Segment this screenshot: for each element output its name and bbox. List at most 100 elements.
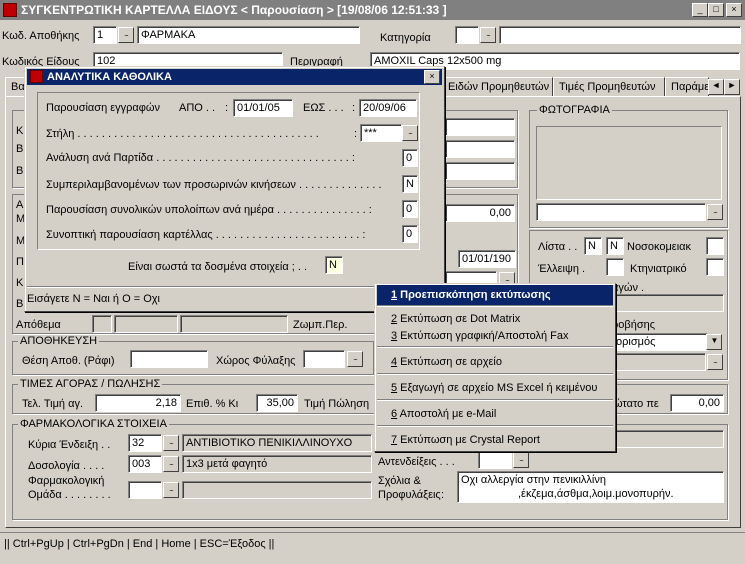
zomp-label: Ζωμπ.Περ.: [293, 319, 348, 331]
menu-item-email[interactable]: 6 Αποστολή με e-Mail: [377, 404, 613, 424]
dialog-title: ΑΝΑΛΥΤΙΚΑ ΚΑΘΟΛΙΚΑ: [47, 71, 172, 83]
photo-path-field[interactable]: [536, 203, 706, 221]
space-field[interactable]: [303, 350, 345, 368]
tab-scroll-left-icon[interactable]: ◄: [708, 79, 724, 95]
maximize-button[interactable]: □: [708, 3, 724, 17]
photo-frame: [536, 126, 722, 200]
buy-price-field[interactable]: 2,18: [95, 394, 181, 412]
batch-input[interactable]: 0: [402, 149, 418, 167]
contra-lookup-button[interactable]: ...: [513, 452, 529, 468]
dosage-code-field[interactable]: 003: [128, 455, 162, 473]
supplier-field: [612, 294, 724, 312]
contra-code-field[interactable]: [478, 451, 512, 469]
value-field[interactable]: 0,00: [445, 204, 515, 222]
warehouse-lookup-button[interactable]: ...: [118, 27, 134, 43]
bg-label-4: Α: [16, 199, 24, 211]
tab-scroll-right-icon[interactable]: ►: [724, 79, 740, 95]
category-lookup-button[interactable]: ...: [480, 27, 496, 43]
category-name-field[interactable]: [499, 26, 741, 44]
bg-field-3[interactable]: [445, 162, 515, 180]
contra-name-field: [612, 430, 724, 448]
markup-field[interactable]: 35,00: [256, 394, 298, 412]
menu-item-crystal[interactable]: 7 Εκτύπωση με Crystal Report: [377, 430, 613, 450]
temp-moves-input[interactable]: N: [402, 175, 418, 193]
group-label-1: Φαρμακολογική: [28, 475, 105, 487]
veterinary-label: Κτηνιατρικό: [630, 263, 687, 275]
menu-item-4-label: Εκτύπωση σε αρχείο: [397, 356, 502, 368]
to-date-input[interactable]: 20/09/06: [359, 99, 417, 117]
group-code-field[interactable]: [128, 481, 162, 499]
notes-label-1: Σχόλια &: [378, 475, 421, 487]
chevron-down-icon[interactable]: ▼: [706, 334, 722, 350]
summary-input[interactable]: 0: [402, 225, 418, 243]
notes-field[interactable]: Οχι αλλεργία στην πενικιλλίνη ,έκζεμα,άσ…: [457, 471, 724, 503]
list-field-2[interactable]: N: [606, 237, 624, 255]
notes-label-2: Προφυλάξεις: [378, 489, 441, 501]
space-label: Χώρος Φύλαξης: [216, 355, 296, 367]
max-price-label: ώτατο πε: [614, 398, 659, 410]
tab-parameters[interactable]: Παράμε: [665, 77, 709, 97]
bg-field-2[interactable]: [445, 140, 515, 158]
space-lookup-button[interactable]: ...: [347, 351, 363, 367]
hospital-field[interactable]: [706, 237, 724, 255]
indication-name-field: ΑΝΤΙΒΙΟΤΙΚΟ ΠΕΝΙΚΙΛΛΙΝΟΥΧΟ: [182, 434, 372, 452]
photo-browse-button[interactable]: ...: [707, 204, 723, 220]
buy-price-label: Τελ. Τιμή αγ.: [22, 398, 84, 410]
menu-item-graphic-fax[interactable]: 3 Εκτύπωση γραφική/Αποστολή Fax: [377, 326, 613, 346]
warehouse-name-field[interactable]: ΦΑΡΜΑΚΑ: [137, 26, 360, 44]
dosage-lookup-button[interactable]: ...: [163, 456, 179, 472]
category-code-input[interactable]: [455, 26, 479, 44]
menu-separator-4: [377, 399, 613, 401]
window-title-bar: ΣΥΓΚΕΝΤΡΩΤΙΚΗ ΚΑΡΤΕΛΛΑ ΕΙΔΟΥΣ < Παρουσία…: [0, 0, 745, 20]
menu-item-file[interactable]: 4 Εκτύπωση σε αρχείο: [377, 352, 613, 372]
confirm-input[interactable]: N: [325, 256, 343, 274]
menu-item-excel[interactable]: 5 Εξαγωγή σε αρχείο MS Excel ή κειμένου: [377, 378, 613, 398]
date-field[interactable]: 01/01/190: [458, 250, 516, 268]
markup-label: Επιθ. % Κι: [186, 398, 239, 410]
window-title: ΣΥΓΚΕΝΤΡΩΤΙΚΗ ΚΑΡΤΕΛΛΑ ΕΙΔΟΥΣ < Παρουσία…: [21, 3, 447, 17]
close-button[interactable]: ×: [726, 3, 742, 17]
indication-label: Κύρια Ένδειξη . .: [28, 439, 111, 451]
dosage-name-field: 1x3 μετά φαγητό: [182, 455, 372, 473]
bg-label-7: Π: [16, 256, 24, 268]
to-label: ΕΩΣ . . .: [303, 102, 344, 114]
group-name-field: [182, 481, 372, 499]
supplier-fragment: αγών .: [612, 282, 645, 294]
warehouse-code-input[interactable]: 1: [93, 26, 117, 44]
max-price-field[interactable]: 0,00: [670, 394, 724, 412]
list-field-1[interactable]: N: [584, 237, 602, 255]
stock-field-3: [180, 315, 288, 333]
bg-label-1: Κ: [16, 125, 24, 137]
column-input[interactable]: ***: [360, 124, 402, 142]
bg-field-1[interactable]: [445, 118, 515, 136]
tab-supplier-prices[interactable]: Τιμές Προμηθευτών: [553, 77, 665, 97]
status-text: || Ctrl+PgUp | Ctrl+PgDn | End | Home | …: [4, 538, 275, 550]
bg-label-9: Β: [16, 298, 24, 310]
veterinary-field[interactable]: [706, 258, 724, 276]
stock-label: Απόθεμα: [16, 319, 61, 331]
bg-label-2: Β: [16, 143, 24, 155]
indication-lookup-button[interactable]: ...: [163, 435, 179, 451]
stock-field-1: [92, 315, 112, 333]
group-lookup-button[interactable]: ...: [163, 482, 179, 498]
schedule-select[interactable]: ορισμός: [612, 333, 708, 351]
menu-item-preview[interactable]: 1 Προεπισκόπηση εκτύπωσης: [377, 285, 613, 305]
minimize-button[interactable]: _: [692, 3, 708, 17]
schedule-lookup-button[interactable]: ...: [707, 354, 723, 370]
daily-balance-input[interactable]: 0: [402, 200, 418, 218]
from-date-input[interactable]: 01/01/05: [233, 99, 293, 117]
contra-label: Αντενδείξεις . . .: [378, 456, 455, 468]
list-label: Λίστα . .: [538, 241, 578, 253]
bg-label-8: Κ: [16, 277, 24, 289]
to-colon: :: [352, 102, 356, 114]
shortage-field[interactable]: [606, 258, 624, 276]
column-lookup-button[interactable]: ...: [402, 125, 418, 141]
dialog-close-button[interactable]: ×: [424, 70, 440, 84]
menu-separator-3: [377, 373, 613, 375]
column-label: Στήλη . . . . . . . . . . . . . . . . . …: [46, 128, 319, 140]
tab-supplier-items[interactable]: Ειδών Προμηθευτών: [442, 77, 553, 97]
column-colon: :: [354, 128, 358, 140]
indication-code-field[interactable]: 32: [128, 434, 162, 452]
position-field[interactable]: [130, 350, 208, 368]
dialog-title-bar: ΑΝΑΛΥΤΙΚΑ ΚΑΘΟΛΙΚΑ: [27, 69, 442, 85]
